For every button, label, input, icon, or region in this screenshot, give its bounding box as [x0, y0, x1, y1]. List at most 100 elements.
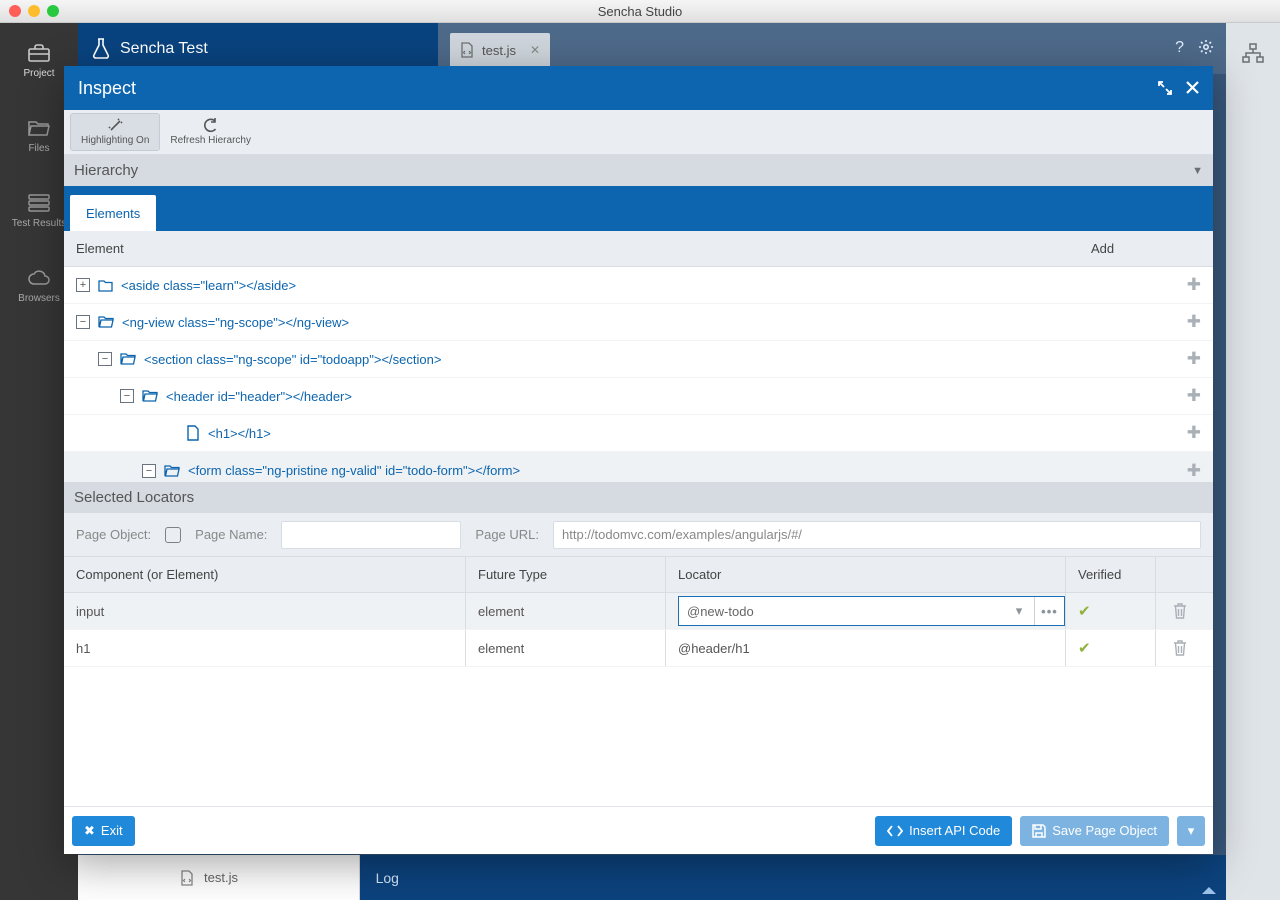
- tab-elements[interactable]: Elements: [70, 195, 156, 231]
- folder-open-icon: [98, 315, 114, 329]
- folder-open-icon: [142, 389, 158, 403]
- cell-component: h1: [64, 641, 465, 656]
- code-file-icon: [180, 870, 194, 886]
- inspect-modal: Inspect Highlighting On Refresh Hierarch…: [64, 66, 1213, 854]
- highlighting-on-label: Highlighting On: [81, 135, 149, 146]
- help-icon[interactable]: ?: [1175, 39, 1184, 57]
- tab-testjs[interactable]: test.js ✕: [450, 33, 550, 67]
- page-name-label: Page Name:: [195, 527, 267, 542]
- modal-title: Inspect: [78, 78, 136, 99]
- refresh-icon: [203, 118, 218, 133]
- check-icon: ✔: [1078, 639, 1091, 657]
- folder-open-icon: [28, 117, 50, 139]
- collapse-icon[interactable]: −: [98, 352, 112, 366]
- save-icon: [1032, 824, 1046, 838]
- locator-editor[interactable]: @new-todo▾•••: [678, 596, 1065, 626]
- add-icon[interactable]: ✚: [1187, 349, 1201, 369]
- refresh-hierarchy-button[interactable]: Refresh Hierarchy: [160, 113, 261, 151]
- nav-project-label: Project: [23, 68, 54, 79]
- cloud-icon: [28, 267, 50, 289]
- page-url-input[interactable]: [553, 521, 1201, 549]
- settings-gear-icon[interactable]: [1198, 39, 1214, 57]
- cell-locator[interactable]: @new-todo▾•••: [665, 593, 1065, 629]
- selected-locators-title: Selected Locators: [74, 489, 194, 506]
- folder-icon: [98, 279, 113, 292]
- wand-icon: [108, 118, 123, 133]
- page-name-input[interactable]: [281, 521, 461, 549]
- locator-row[interactable]: h1element@header/h1✔: [64, 630, 1213, 667]
- trash-icon[interactable]: [1173, 640, 1187, 656]
- code-file-icon: [460, 42, 474, 58]
- save-label: Save Page Object: [1052, 823, 1157, 838]
- sitemap-icon[interactable]: [1242, 43, 1264, 900]
- hierarchy-row[interactable]: − <ng-view class="ng-scope"></ng-view>✚: [64, 304, 1213, 341]
- save-dropdown-button[interactable]: ▾: [1177, 816, 1205, 846]
- add-icon[interactable]: ✚: [1187, 312, 1201, 332]
- brand-title: Sencha Test: [120, 40, 208, 58]
- nav-test-results-label: Test Results: [12, 218, 66, 229]
- add-icon[interactable]: ✚: [1187, 461, 1201, 481]
- add-icon[interactable]: ✚: [1187, 275, 1201, 295]
- hierarchy-element-text: <header id="header"></header>: [166, 389, 1187, 404]
- hierarchy-element-text: <section class="ng-scope" id="todoapp"><…: [144, 352, 1187, 367]
- check-icon: ✔: [1078, 602, 1091, 620]
- collapse-icon[interactable]: −: [120, 389, 134, 403]
- more-icon[interactable]: •••: [1034, 597, 1064, 625]
- maximize-icon[interactable]: [1158, 81, 1172, 95]
- footer-log[interactable]: Log: [376, 870, 399, 886]
- close-icon[interactable]: [1186, 81, 1199, 95]
- exit-label: Exit: [101, 823, 123, 838]
- col-verified: Verified: [1065, 557, 1155, 592]
- insert-api-code-button[interactable]: Insert API Code: [875, 816, 1012, 846]
- add-icon[interactable]: ✚: [1187, 386, 1201, 406]
- save-page-object-button[interactable]: Save Page Object: [1020, 816, 1169, 846]
- highlighting-on-button[interactable]: Highlighting On: [70, 113, 160, 151]
- add-icon[interactable]: ✚: [1187, 423, 1201, 443]
- hierarchy-element-text: <h1></h1>: [208, 426, 1187, 441]
- cell-locator[interactable]: @header/h1: [665, 630, 1065, 666]
- col-add: Add: [1091, 241, 1201, 256]
- page-url-label: Page URL:: [475, 527, 539, 542]
- server-icon: [28, 192, 50, 214]
- collapse-icon[interactable]: −: [76, 315, 90, 329]
- chevron-down-icon[interactable]: ▼: [1192, 165, 1203, 177]
- hierarchy-element-text: <form class="ng-pristine ng-valid" id="t…: [188, 463, 1187, 478]
- briefcase-icon: [28, 42, 50, 64]
- hierarchy-element-text: <aside class="learn"></aside>: [121, 278, 1187, 293]
- trash-icon[interactable]: [1173, 603, 1187, 619]
- col-element: Element: [76, 241, 1091, 256]
- tab-label: test.js: [482, 43, 516, 58]
- folder-open-icon: [164, 464, 180, 478]
- chevron-down-icon[interactable]: ▾: [1004, 597, 1034, 625]
- tab-close-icon[interactable]: ✕: [530, 43, 540, 57]
- collapse-icon[interactable]: −: [142, 464, 156, 478]
- hierarchy-row[interactable]: <h1></h1>✚: [64, 415, 1213, 452]
- folder-open-icon: [120, 352, 136, 366]
- expand-icon[interactable]: +: [76, 278, 90, 292]
- chevron-down-icon: ▾: [1188, 823, 1195, 839]
- locator-value: @new-todo: [679, 604, 1004, 619]
- hierarchy-title: Hierarchy: [74, 162, 138, 179]
- tree-file-label: test.js: [204, 870, 238, 885]
- hierarchy-row[interactable]: − <section class="ng-scope" id="todoapp">…: [64, 341, 1213, 378]
- exit-button[interactable]: ✖ Exit: [72, 816, 135, 846]
- hierarchy-element-text: <ng-view class="ng-scope"></ng-view>: [122, 315, 1187, 330]
- window-title: Sencha Studio: [0, 4, 1280, 19]
- nav-browsers-label: Browsers: [18, 293, 60, 304]
- hierarchy-row[interactable]: − <header id="header"></header>✚: [64, 378, 1213, 415]
- col-locator: Locator: [665, 557, 1065, 592]
- insert-label: Insert API Code: [909, 823, 1000, 838]
- hierarchy-row[interactable]: − <form class="ng-pristine ng-valid" id="…: [64, 452, 1213, 482]
- col-future-type: Future Type: [465, 557, 665, 592]
- refresh-hierarchy-label: Refresh Hierarchy: [170, 135, 251, 146]
- flask-icon: [92, 38, 110, 60]
- locator-row[interactable]: inputelement@new-todo▾•••✔: [64, 593, 1213, 630]
- hierarchy-row[interactable]: + <aside class="learn"></aside>✚: [64, 267, 1213, 304]
- page-object-checkbox[interactable]: [165, 527, 181, 543]
- cell-verified: ✔: [1065, 630, 1155, 666]
- close-icon: ✖: [84, 823, 95, 839]
- expand-up-icon[interactable]: [1202, 887, 1216, 894]
- cell-verified: ✔: [1065, 593, 1155, 629]
- tree-file-row[interactable]: test.js: [78, 855, 360, 900]
- cell-component: input: [64, 604, 465, 619]
